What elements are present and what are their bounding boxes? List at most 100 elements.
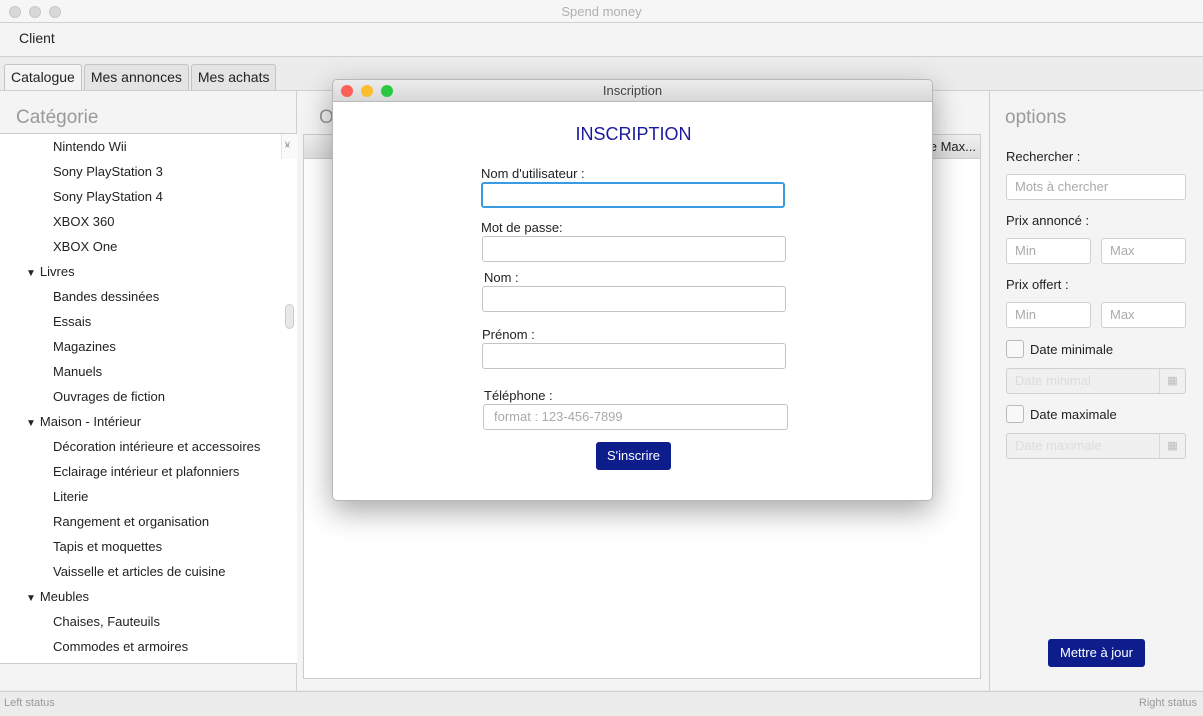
left-status: Left status [4,697,55,709]
tree-item[interactable]: Essais [0,309,297,334]
menu-client[interactable]: Client [19,30,55,46]
date-max-placeholder: Date maximale [1015,438,1102,453]
tree-item-label: Tapis et moquettes [53,539,163,554]
tree-item[interactable]: Magazines [0,334,297,359]
tree-item-label: Décoration intérieure et accessoires [53,439,261,454]
tree-item[interactable]: Eclairage intérieur et plafonniers [0,459,297,484]
tree-item[interactable]: Décoration intérieure et accessoires [0,434,297,459]
options-pane: options Rechercher : Mots à chercher Pri… [989,91,1203,691]
column-header-max[interactable]: e Max... [930,139,976,154]
scroll-down-icon[interactable]: v [285,134,290,157]
date-max-checkbox[interactable] [1006,405,1024,423]
tree-item[interactable]: Manuels [0,359,297,384]
disclosure-triangle-icon[interactable]: ▼ [26,418,36,429]
dialog-titlebar: Inscription [333,80,932,102]
tree-item-label: Maison - Intérieur [39,414,142,429]
search-label: Rechercher : [1006,149,1081,164]
window-titlebar: Spend money [0,0,1203,23]
tree-item[interactable]: XBOX 360 [0,209,297,234]
tree-item-label: Magazines [53,339,116,354]
tree-item[interactable]: Rangement et organisation [0,509,297,534]
close-button[interactable] [9,6,21,18]
date-max-picker[interactable]: Date maximale ▦ [1006,433,1186,459]
tree-item[interactable]: Chaises, Fauteuils [0,609,297,634]
options-header: options [1005,107,1067,128]
dialog-minimize-button[interactable] [361,85,373,97]
dialog-close-button[interactable] [341,85,353,97]
prix-annonce-min-input[interactable]: Min [1006,238,1091,264]
tree-category[interactable]: ▼ Maison - Intérieur [0,409,297,434]
prix-offert-min-input[interactable]: Min [1006,302,1091,328]
tree-item-label: Sony PlayStation 3 [53,164,163,179]
username-input[interactable] [481,182,785,208]
dialog-title: Inscription [602,83,663,98]
status-bar: Left status Right status [0,691,1203,716]
tree-item-label: Eclairage intérieur et plafonniers [53,464,240,479]
tree-item[interactable]: Ouvrages de fiction [0,384,297,409]
dialog-zoom-button[interactable] [381,85,393,97]
prix-offert-label: Prix offert : [1006,277,1069,292]
scroll-thumb[interactable] [285,304,294,329]
tree-item[interactable]: Sony PlayStation 4 [0,184,297,209]
minimize-button[interactable] [29,6,41,18]
tree-category[interactable]: ▼ Livres [0,259,297,284]
inscription-dialog: Inscription INSCRIPTION Nom d'utilisateu… [332,79,933,501]
tree-item-label: Ouvrages de fiction [53,389,166,404]
tree-item[interactable]: Bandes dessinées [0,284,297,309]
tab-catalogue[interactable]: Catalogue [4,64,82,90]
tree-item-label: Manuels [53,364,103,379]
tab-mes-achats[interactable]: Mes achats [190,64,277,90]
tree-item-label: Meubles [39,589,90,604]
tree-scrollbar[interactable]: ^ v [281,134,297,329]
disclosure-triangle-icon[interactable]: ▼ [26,268,36,279]
prix-annonce-label: Prix annoncé : [1006,213,1090,228]
category-header: Catégorie [16,107,99,128]
right-status: Right status [1138,697,1197,709]
tab-mes-annonces[interactable]: Mes annonces [83,64,189,90]
tree-item[interactable]: Vaisselle et articles de cuisine [0,559,297,584]
tree-item[interactable]: Tapis et moquettes [0,534,297,559]
calendar-icon[interactable]: ▦ [1159,369,1185,393]
tab-bar: Catalogue Mes annonces Mes achats [4,64,277,90]
menubar: Client [0,23,1203,57]
nom-label: Nom : [484,270,519,285]
date-min-placeholder: Date minimal [1015,373,1091,388]
date-min-picker[interactable]: Date minimal ▦ [1006,368,1186,394]
zoom-button[interactable] [49,6,61,18]
prenom-input[interactable] [482,343,786,369]
date-max-label: Date maximale [1030,407,1117,422]
prix-offert-max-input[interactable]: Max [1101,302,1186,328]
tree-item[interactable]: XBOX One [0,234,297,259]
telephone-input[interactable]: format : 123-456-7899 [483,404,788,430]
calendar-icon[interactable]: ▦ [1159,434,1185,458]
update-button[interactable]: Mettre à jour [1048,639,1145,667]
nom-input[interactable] [482,286,786,312]
tree-item-label: Chaises, Fauteuils [53,614,160,629]
tree-item[interactable]: Literie [0,484,297,509]
tree-item[interactable]: Nintendo Wii [0,134,297,159]
telephone-label: Téléphone : [484,388,553,403]
username-label: Nom d'utilisateur : [481,166,585,181]
prix-annonce-max-input[interactable]: Max [1101,238,1186,264]
tree-item-label: Rangement et organisation [53,514,210,529]
tree-item-label: Sony PlayStation 4 [53,189,163,204]
tree-item[interactable]: Commodes et armoires [0,634,297,659]
tree-item-label: Vaisselle et articles de cuisine [53,564,226,579]
tree-category[interactable]: ▼ Meubles [0,584,297,609]
category-tree: Nintendo Wii Sony PlayStation 3 Sony PlayS… [0,133,297,664]
tree-item-label: Livres [39,264,75,279]
password-label: Mot de passe: [481,220,563,235]
tree-item[interactable]: Sony PlayStation 3 [0,159,297,184]
disclosure-triangle-icon[interactable]: ▼ [26,593,36,604]
password-input[interactable] [482,236,786,262]
search-input[interactable]: Mots à chercher [1006,174,1186,200]
prenom-label: Prénom : [482,327,535,342]
tree-item-label: Commodes et armoires [53,639,189,654]
tree-item-label: XBOX 360 [53,214,115,229]
tree-item-label: XBOX One [53,239,118,254]
window-controls [9,6,61,18]
category-pane: Catégorie Nintendo Wii Sony PlayStation 3… [0,91,297,691]
window-title: Spend money [561,4,642,19]
sinscrire-button[interactable]: S'inscrire [596,442,671,470]
date-min-checkbox[interactable] [1006,340,1024,358]
